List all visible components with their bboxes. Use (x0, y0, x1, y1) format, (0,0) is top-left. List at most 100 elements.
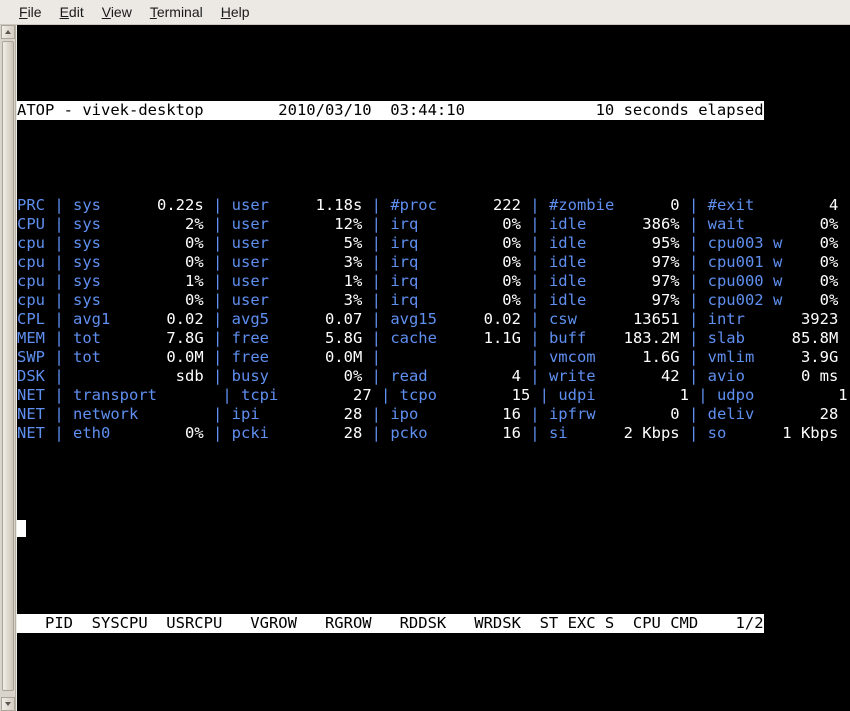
atop-cell-name: slab (707, 329, 783, 347)
atop-metric-row: NET | transport | tcpi 27 | tcpo 15 | ud… (17, 386, 850, 405)
atop-metric-label: cpu (17, 291, 55, 309)
atop-cell-name: eth0 (73, 424, 148, 442)
atop-cell-separator: | (530, 405, 549, 423)
atop-cell-separator: | (212, 348, 232, 366)
atop-cell-name: free (231, 329, 307, 347)
atop-cell-value: 15 (474, 386, 540, 404)
atop-cell-name: tcpo (399, 386, 475, 404)
atop-cell-name: udpi (558, 386, 633, 404)
atop-cell-separator: | (54, 329, 73, 347)
atop-cell-name (390, 348, 465, 366)
atop-cell-separator: | (530, 215, 549, 233)
atop-cell-value: 0% (464, 234, 531, 252)
menu-item-help[interactable]: Help (212, 2, 259, 22)
atop-cell-name: wait (707, 215, 783, 233)
atop-cell-separator: | (371, 253, 391, 271)
scroll-down-button[interactable] (1, 697, 15, 711)
menu-item-terminal[interactable]: Terminal (141, 2, 212, 22)
scroll-up-button[interactable] (1, 25, 15, 39)
atop-cell-value: 3923 (782, 310, 848, 328)
atop-cell-name: avg1 (73, 310, 148, 328)
atop-cell-separator: | (688, 253, 708, 271)
atop-cell-separator: | (371, 291, 391, 309)
atop-system-metrics: PRC | sys 0.22s | user 1.18s | #proc 222… (17, 196, 850, 443)
atop-cell-value: 0% (147, 253, 213, 271)
atop-cell-name: sys (73, 272, 148, 290)
atop-cell-name: idle (548, 291, 624, 309)
atop-cell-separator: | (530, 291, 549, 309)
atop-cell-value: sdb (147, 367, 213, 385)
atop-cell-name: tot (73, 348, 148, 366)
atop-cell-separator: | (688, 234, 708, 252)
atop-cell-value: 1 (632, 386, 699, 404)
atop-cell-separator: | (688, 196, 708, 214)
atop-cell-name: tot (73, 329, 148, 347)
atop-cell-value: 28 (782, 405, 848, 423)
atop-metric-row: CPL | avg1 0.02 | avg5 0.07 | avg15 0.02… (17, 310, 850, 329)
atop-cell-name: irq (390, 215, 465, 233)
atop-cell-value: 0.0M (147, 348, 213, 366)
atop-cell-separator: | (688, 215, 708, 233)
atop-cell-value: 1% (147, 272, 213, 290)
atop-cell-value: 0% (464, 272, 531, 290)
atop-cell-separator: | (371, 215, 391, 233)
scrollbar[interactable] (0, 25, 16, 711)
atop-cell-value: 28 (306, 424, 372, 442)
atop-cell-value: 0.02 (464, 310, 531, 328)
atop-metric-row: NET | eth0 0% | pcki 28 | pcko 16 | si 2… (17, 424, 850, 443)
atop-cell-name: tcpi (241, 386, 316, 404)
atop-cell-separator: | (688, 291, 708, 309)
atop-cell-name: avg15 (390, 310, 465, 328)
atop-cell-value: 0% (147, 424, 213, 442)
menu-item-edit[interactable]: Edit (51, 2, 93, 22)
chevron-up-icon (5, 30, 11, 34)
scrollbar-thumb[interactable] (2, 41, 14, 691)
atop-cell-value: 1 Kbps (782, 424, 848, 442)
atop-metric-row: cpu | sys 1% | user 1% | irq 0% | idle 9… (17, 272, 850, 291)
atop-cell-value: 4 (464, 367, 531, 385)
atop-cell-name: ipo (390, 405, 465, 423)
atop-cell-name: cache (390, 329, 465, 347)
atop-cell-name: #zombie (548, 196, 624, 214)
atop-metric-label: CPL (17, 310, 55, 328)
atop-cell-name: sys (73, 234, 148, 252)
terminal-cursor-row (17, 519, 850, 538)
atop-cell-value: 2 Kbps (623, 424, 689, 442)
atop-cell-name: network (73, 405, 148, 423)
atop-cell-name: busy (231, 367, 307, 385)
atop-cell-separator: | (54, 272, 73, 290)
atop-cell-separator: | (380, 386, 400, 404)
atop-cell-separator: | (212, 215, 232, 233)
text-cursor (17, 520, 26, 537)
atop-cell-name: intr (707, 310, 783, 328)
atop-cell-name: ipi (231, 405, 307, 423)
atop-cell-separator: | (688, 329, 708, 347)
atop-cell-value: 27 (315, 386, 381, 404)
terminal-screen[interactable]: ATOP - vivek-desktop 2010/03/10 03:44:10… (17, 25, 850, 711)
atop-cell-value: 3% (306, 291, 372, 309)
atop-cell-value: 42 (623, 367, 689, 385)
atop-cell-name: cpu002 w (707, 291, 783, 309)
atop-cell-name: idle (548, 272, 624, 290)
atop-cell-separator: | (212, 253, 232, 271)
atop-cell-separator: | (212, 367, 232, 385)
atop-cell-name: si (548, 424, 624, 442)
menu-item-view[interactable]: View (93, 2, 141, 22)
atop-cell-value: 12% (306, 215, 372, 233)
atop-cell-value: 1.1G (464, 329, 531, 347)
atop-cell-name: idle (548, 234, 624, 252)
atop-cell-name: pcko (390, 424, 465, 442)
atop-cell-separator: | (54, 196, 73, 214)
atop-cell-value: 97% (623, 272, 689, 290)
atop-cell-value: 0 (623, 405, 689, 423)
atop-cell-separator: | (54, 253, 73, 271)
atop-cell-name: sys (73, 215, 148, 233)
atop-cell-value: 1% (306, 272, 372, 290)
atop-cell-value: 2% (147, 215, 213, 233)
atop-cell-separator: | (54, 386, 73, 404)
menu-item-file[interactable]: File (10, 2, 51, 22)
atop-cell-separator: | (688, 367, 708, 385)
atop-cell-value: 0% (782, 253, 848, 271)
atop-cell-name: udpo (716, 386, 792, 404)
atop-cell-separator: | (54, 424, 73, 442)
